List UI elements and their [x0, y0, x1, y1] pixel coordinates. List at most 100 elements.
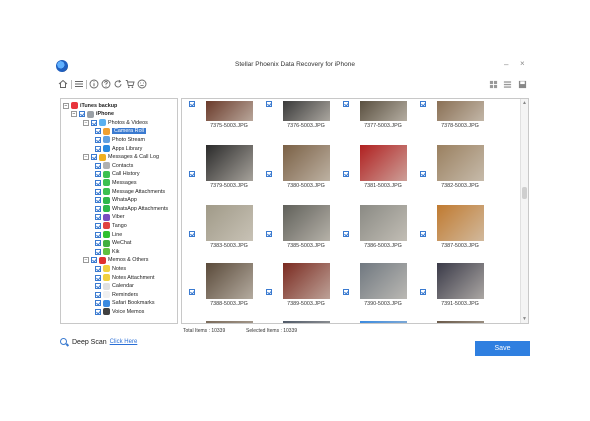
tree-item-label: Notes Attachment	[112, 274, 155, 281]
photo-checkbox[interactable]	[189, 101, 195, 107]
minimize-icon[interactable]: –	[504, 61, 508, 69]
tree-checkbox[interactable]	[95, 300, 101, 307]
magnifier-icon	[60, 337, 69, 347]
photo-checkbox[interactable]	[343, 101, 349, 107]
list-view-icon[interactable]	[502, 79, 512, 89]
photo-thumbnail[interactable]: 7386-5003.JPG	[342, 201, 420, 257]
photo-checkbox[interactable]	[266, 289, 272, 295]
photo-image	[206, 145, 253, 181]
collapse-toggle-icon[interactable]: −	[71, 111, 77, 118]
photo-thumbnail[interactable]: 7381-5003.JPG	[342, 141, 420, 197]
photo-thumbnail[interactable]	[265, 317, 343, 323]
collapse-toggle-icon[interactable]: −	[83, 257, 89, 264]
preview-grid: ▲ ▼ 7375-5003.JPG 7376-5003.JPG 7377-5003.…	[181, 98, 529, 324]
scroll-up-icon[interactable]: ▲	[522, 100, 527, 106]
tree-checkbox[interactable]	[95, 248, 101, 255]
tree-checkbox[interactable]	[95, 274, 101, 281]
category-icon	[103, 170, 110, 178]
photo-checkbox[interactable]	[343, 171, 349, 177]
photo-thumbnail[interactable]: 7378-5003.JPG	[419, 99, 497, 145]
tree-checkbox[interactable]	[95, 145, 101, 152]
tree-checkbox[interactable]	[91, 119, 97, 126]
deep-scan-link[interactable]: Click Here	[110, 339, 138, 345]
photo-checkbox[interactable]	[420, 101, 426, 107]
tree-checkbox[interactable]	[91, 257, 97, 264]
tree-checkbox[interactable]	[95, 179, 101, 186]
photo-checkbox[interactable]	[343, 231, 349, 237]
collapse-toggle-icon[interactable]: −	[83, 119, 89, 126]
tree-item-label: WeChat	[112, 240, 132, 247]
photo-thumbnail[interactable]	[188, 317, 266, 323]
photo-thumbnail[interactable]: 7376-5003.JPG	[265, 99, 343, 145]
photo-thumbnail[interactable]: 7377-5003.JPG	[342, 99, 420, 145]
tree-checkbox[interactable]	[95, 308, 101, 315]
tree-item-label: Photo Stream	[112, 136, 145, 143]
photo-checkbox[interactable]	[420, 171, 426, 177]
photo-image	[360, 263, 407, 299]
tree-checkbox[interactable]	[95, 291, 101, 298]
tree-checkbox[interactable]	[95, 222, 101, 229]
info-icon[interactable]	[89, 79, 99, 89]
photo-thumbnail[interactable]: 7375-5003.JPG	[188, 99, 266, 145]
photo-checkbox[interactable]	[189, 231, 195, 237]
photo-thumbnail[interactable]	[342, 317, 420, 323]
photo-checkbox[interactable]	[420, 231, 426, 237]
photo-thumbnail[interactable]: 7385-5003.JPG	[265, 201, 343, 257]
photo-filename: 7377-5003.JPG	[364, 123, 402, 129]
collapse-toggle-icon[interactable]: −	[83, 154, 89, 161]
tree-checkbox[interactable]	[95, 283, 101, 290]
photo-thumbnail[interactable]: 7382-5003.JPG	[419, 141, 497, 197]
category-icon	[103, 231, 110, 238]
tree-checkbox[interactable]	[95, 188, 101, 195]
grid-view-icon[interactable]	[488, 79, 498, 89]
tree-item-label: Calendar	[112, 283, 134, 290]
scroll-down-icon[interactable]: ▼	[522, 316, 527, 322]
tree-checkbox[interactable]	[95, 171, 101, 178]
photo-checkbox[interactable]	[420, 289, 426, 295]
photo-thumbnail[interactable]: 7388-5003.JPG	[188, 259, 266, 315]
scrollbar-thumb[interactable]	[522, 187, 527, 199]
photo-thumbnail[interactable]: 7383-5003.JPG	[188, 201, 266, 257]
tree-checkbox[interactable]	[95, 197, 101, 204]
photo-thumbnail[interactable]	[419, 317, 497, 323]
photo-thumbnail[interactable]: 7391-5003.JPG	[419, 259, 497, 315]
tree-checkbox[interactable]	[95, 231, 101, 238]
tree-checkbox[interactable]	[95, 128, 101, 135]
photo-thumbnail[interactable]: 7387-5003.JPG	[419, 201, 497, 257]
close-icon[interactable]: ×	[520, 60, 525, 68]
save-icon[interactable]	[517, 79, 527, 89]
photo-image	[437, 205, 484, 241]
tree-checkbox[interactable]	[95, 205, 101, 212]
tree-checkbox[interactable]	[95, 265, 101, 272]
tree-checkbox[interactable]	[95, 136, 101, 143]
photo-checkbox[interactable]	[266, 231, 272, 237]
photo-thumbnail[interactable]: 7380-5003.JPG	[265, 141, 343, 197]
tree-checkbox[interactable]	[95, 162, 101, 169]
photo-checkbox[interactable]	[266, 101, 272, 107]
home-icon[interactable]	[58, 79, 68, 89]
save-button[interactable]: Save	[475, 341, 530, 356]
tree-checkbox[interactable]	[79, 111, 85, 118]
category-icon	[103, 274, 110, 281]
tree-item[interactable]: Voice Memos	[95, 307, 144, 316]
cart-icon[interactable]	[125, 79, 135, 89]
category-icon	[99, 119, 106, 127]
photo-image	[283, 145, 330, 181]
photo-checkbox[interactable]	[189, 171, 195, 177]
collapse-toggle-icon[interactable]: −	[63, 102, 69, 109]
vertical-scrollbar[interactable]: ▲ ▼	[520, 99, 528, 323]
refresh-icon[interactable]	[113, 79, 123, 89]
photo-checkbox[interactable]	[266, 171, 272, 177]
photo-checkbox[interactable]	[189, 289, 195, 295]
toolbar	[52, 76, 538, 92]
smiley-icon[interactable]	[137, 79, 147, 89]
photo-thumbnail[interactable]: 7389-5003.JPG	[265, 259, 343, 315]
photo-checkbox[interactable]	[343, 289, 349, 295]
tree-checkbox[interactable]	[95, 240, 101, 247]
help-icon[interactable]	[101, 79, 111, 89]
photo-thumbnail[interactable]: 7390-5003.JPG	[342, 259, 420, 315]
tree-checkbox[interactable]	[95, 214, 101, 221]
tree-checkbox[interactable]	[91, 154, 97, 161]
menu-icon[interactable]	[74, 79, 84, 89]
photo-thumbnail[interactable]: 7379-5003.JPG	[188, 141, 266, 197]
